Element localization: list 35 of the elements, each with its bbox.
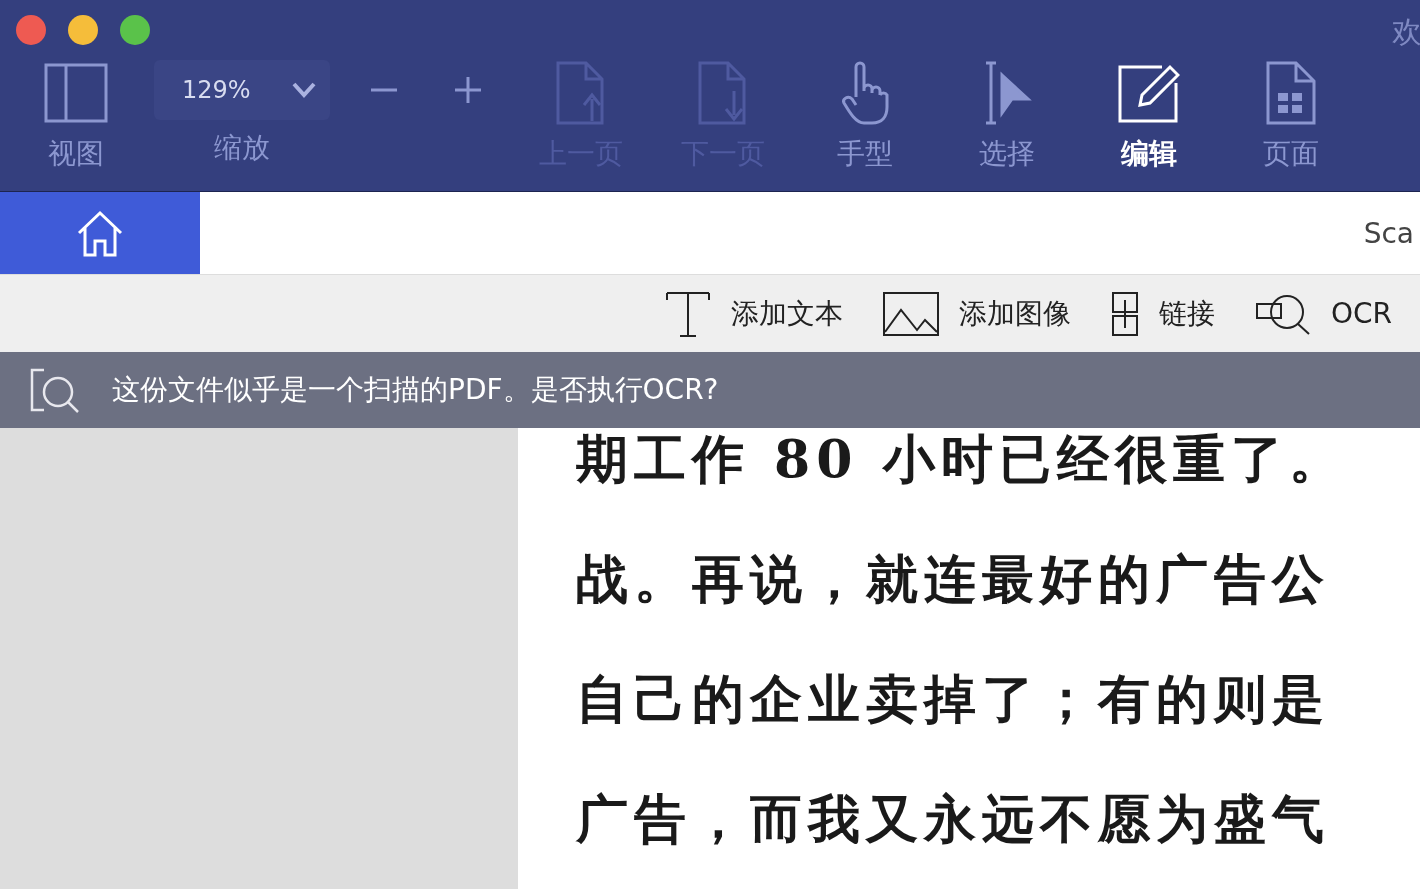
home-icon (75, 209, 125, 257)
home-tab[interactable] (0, 192, 200, 274)
ocr-tool-button[interactable]: OCR (1254, 291, 1392, 336)
zoom-dropdown[interactable]: 129% (154, 60, 330, 120)
document-text-line: 自己的企业卖掉了；有的则是 (576, 672, 1331, 726)
zoom-label: 缩放 (214, 130, 270, 166)
select-tool-button[interactable]: 选择 (936, 60, 1078, 172)
text-tool-button[interactable]: 添加文本 (664, 289, 843, 338)
edit-icon (1118, 63, 1180, 123)
document-text-line: 战。再说，就连最好的广告公 (576, 552, 1331, 606)
document-text-line: 广告，而我又永远不愿为盛气 (576, 792, 1331, 846)
hand-tool-button[interactable]: 手型 (794, 60, 936, 172)
link-icon (1110, 291, 1139, 336)
text-tool-icon (664, 289, 711, 338)
plus-icon (453, 75, 483, 105)
page-tool-button[interactable]: 页面 (1220, 60, 1362, 172)
panel-icon (44, 63, 108, 123)
window-title: 欢 (1392, 13, 1420, 51)
image-tool-button[interactable]: 添加图像 (882, 291, 1071, 336)
view-tool-button[interactable]: 视图 (20, 60, 132, 172)
page-grid-icon (1266, 61, 1316, 125)
image-icon (882, 291, 939, 336)
page-up-arrow-icon (556, 61, 606, 125)
document-text-line: 期工作 80 小时已经很重了。 (576, 432, 1348, 486)
zoom-window-button[interactable] (120, 15, 150, 45)
edit-tool-button[interactable]: 编辑 (1078, 60, 1220, 172)
link-tool-button[interactable]: 链接 (1110, 291, 1215, 336)
ocr-message: 这份文件似乎是一个扫描的PDF。是否执行OCR? (112, 372, 719, 408)
page-down-arrow-icon (698, 61, 748, 125)
close-button[interactable] (16, 15, 46, 45)
hand-icon (840, 61, 890, 125)
minimize-button[interactable] (68, 15, 98, 45)
minus-icon (369, 88, 399, 92)
chevron-down-icon (292, 82, 316, 98)
scan-search-icon (30, 366, 80, 414)
